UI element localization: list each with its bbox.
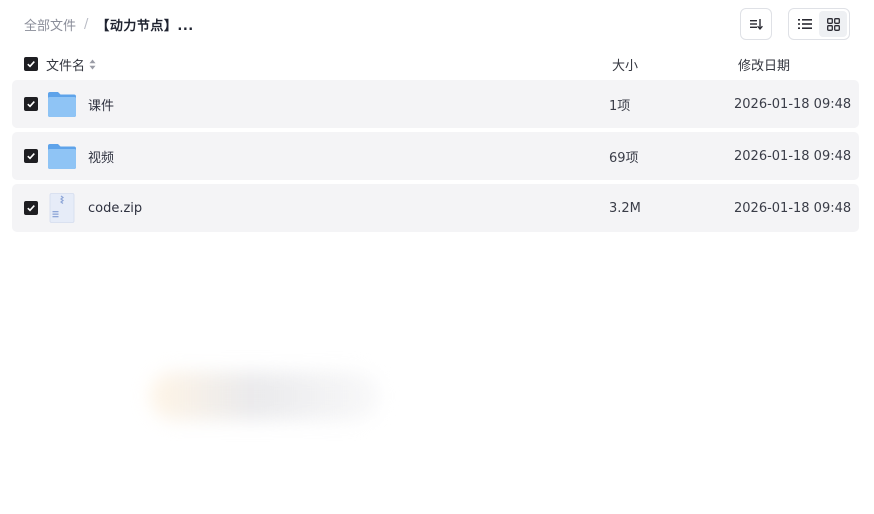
column-header-date[interactable]: 修改日期: [738, 55, 790, 74]
check-icon: [27, 205, 35, 212]
grid-view-button[interactable]: [819, 11, 847, 37]
file-name[interactable]: 视频: [88, 147, 114, 166]
column-header-name[interactable]: 文件名: [46, 55, 96, 74]
breadcrumb-separator: /: [84, 16, 89, 32]
file-size: 3.2M: [609, 200, 641, 216]
column-header-size[interactable]: 大小: [612, 55, 638, 74]
file-name[interactable]: code.zip: [88, 201, 142, 216]
sort-caret-icon: [89, 59, 96, 70]
breadcrumb-current: 【动力节点】...: [96, 18, 194, 34]
file-date: 2026-01-18 09:48: [734, 96, 852, 112]
folder-icon: [46, 88, 78, 120]
select-all-checkbox[interactable]: [24, 57, 38, 71]
list-view-button[interactable]: [791, 11, 819, 37]
file-list-header: 文件名 大小 修改日期: [24, 54, 860, 74]
row-checkbox[interactable]: [24, 201, 38, 215]
breadcrumb-root-link[interactable]: 全部文件: [24, 15, 76, 34]
column-header-name-label: 文件名: [46, 58, 86, 74]
blurred-overlay: [150, 372, 380, 420]
folder-icon: [46, 140, 78, 172]
row-checkbox[interactable]: [24, 97, 38, 111]
zip-file-icon: [46, 192, 78, 224]
sort-button[interactable]: [740, 8, 772, 40]
view-toggle: [788, 8, 850, 40]
file-size: 1项: [609, 98, 631, 114]
row-checkbox[interactable]: [24, 149, 38, 163]
sort-icon: [750, 19, 763, 30]
list-view-icon: [798, 19, 812, 29]
file-row[interactable]: 课件 1项 2026-01-18 09:48: [12, 80, 859, 128]
breadcrumb: 全部文件 / 【动力节点】...: [24, 14, 194, 34]
check-icon: [27, 153, 35, 160]
file-date: 2026-01-18 09:48: [734, 200, 852, 216]
check-icon: [27, 61, 35, 68]
file-date: 2026-01-18 09:48: [734, 148, 852, 164]
file-row[interactable]: code.zip 3.2M 2026-01-18 09:48: [12, 184, 859, 232]
file-row[interactable]: 视频 69项 2026-01-18 09:48: [12, 132, 859, 180]
file-name[interactable]: 课件: [88, 95, 114, 114]
grid-view-icon: [826, 17, 840, 31]
file-size: 69项: [609, 150, 639, 166]
check-icon: [27, 101, 35, 108]
